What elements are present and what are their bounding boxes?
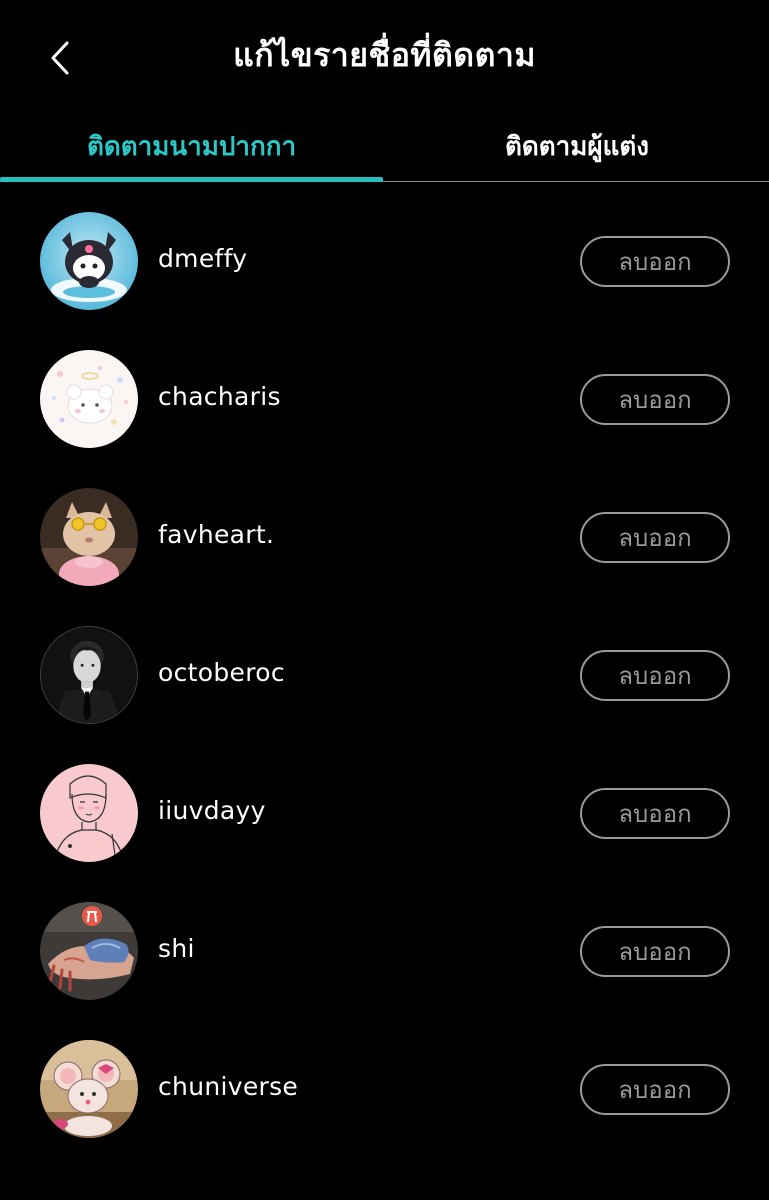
- avatar[interactable]: [40, 1040, 138, 1138]
- header: แก้ไขรายชื่อที่ติดตาม: [0, 0, 769, 110]
- following-list: dmeffy ลบออก chacharis ลบออก favheart. ล…: [0, 192, 769, 1158]
- avatar[interactable]: [40, 350, 138, 448]
- list-item: dmeffy ลบออก: [0, 192, 769, 330]
- username[interactable]: octoberoc: [158, 658, 285, 687]
- remove-button[interactable]: ลบออก: [580, 1064, 730, 1115]
- username[interactable]: dmeffy: [158, 244, 247, 273]
- avatar[interactable]: [40, 488, 138, 586]
- remove-button[interactable]: ลบออก: [580, 374, 730, 425]
- tab-follow-penname[interactable]: ติดตามนามปากกา: [0, 110, 383, 182]
- remove-button[interactable]: ลบออก: [580, 926, 730, 977]
- man-portrait-avatar-icon: [41, 627, 137, 723]
- cartoon-mouse-avatar-icon: [40, 1040, 138, 1138]
- avatar[interactable]: [40, 626, 138, 724]
- remove-button[interactable]: ลบออก: [580, 512, 730, 563]
- username[interactable]: shi: [158, 934, 195, 963]
- list-item: chacharis ลบออก: [0, 330, 769, 468]
- remove-button[interactable]: ลบออก: [580, 788, 730, 839]
- list-item: iiuvdayy ลบออก: [0, 744, 769, 882]
- avatar[interactable]: [40, 764, 138, 862]
- list-item: octoberoc ลบออก: [0, 606, 769, 744]
- username[interactable]: iiuvdayy: [158, 796, 266, 825]
- cat-sunglasses-avatar-icon: [40, 488, 138, 586]
- active-tab-indicator: [0, 177, 383, 182]
- sketch-boy-avatar-icon: [40, 764, 138, 862]
- page-title: แก้ไขรายชื่อที่ติดตาม: [233, 36, 536, 74]
- list-item: chuniverse ลบออก: [0, 1020, 769, 1158]
- list-item: favheart. ลบออก: [0, 468, 769, 606]
- avatar[interactable]: [40, 212, 138, 310]
- tab-bar: ติดตามนามปากกา ติดตามผู้แต่ง: [0, 110, 769, 182]
- hands-avatar-icon: [40, 902, 138, 1000]
- remove-button[interactable]: ลบออก: [580, 650, 730, 701]
- username[interactable]: favheart.: [158, 520, 274, 549]
- list-item: shi ลบออก: [0, 882, 769, 1020]
- username[interactable]: chacharis: [158, 382, 281, 411]
- pastel-bear-avatar-icon: [40, 350, 138, 448]
- kuromi-avatar-icon: [40, 212, 138, 310]
- username[interactable]: chuniverse: [158, 1072, 298, 1101]
- remove-button[interactable]: ลบออก: [580, 236, 730, 287]
- tab-follow-author[interactable]: ติดตามผู้แต่ง: [385, 110, 769, 182]
- avatar[interactable]: [40, 902, 138, 1000]
